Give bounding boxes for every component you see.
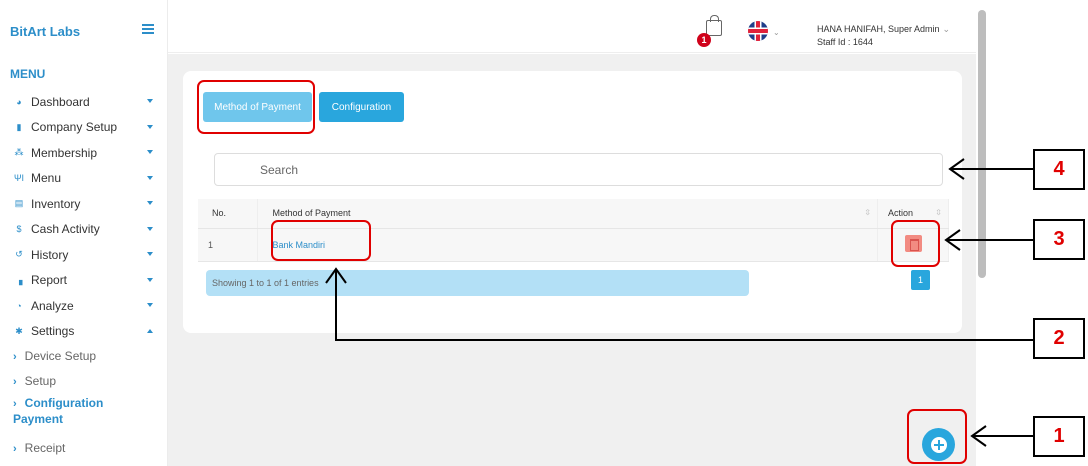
callout-3: 3 <box>1033 219 1085 260</box>
callout-1: 1 <box>1033 416 1085 457</box>
annotation-arrows <box>325 158 1033 447</box>
callout-4: 4 <box>1033 149 1085 190</box>
callout-2: 2 <box>1033 318 1085 359</box>
